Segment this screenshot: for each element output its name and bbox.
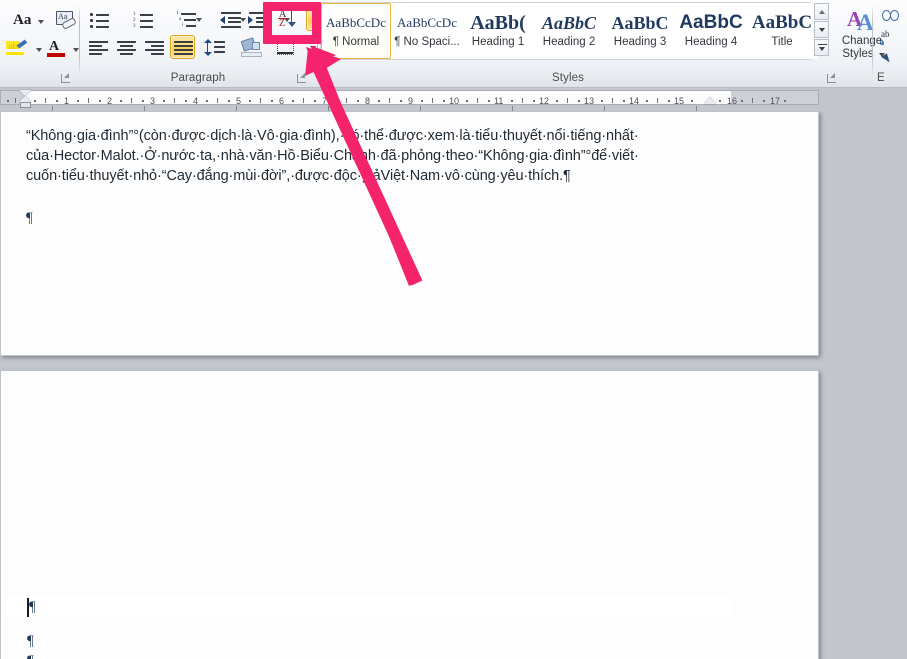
document-line: của·Hector·Malot.·Ở·nước·ta,·nhà·văn·Hồ·… bbox=[26, 148, 639, 164]
ruler-tick: 4 bbox=[193, 96, 199, 106]
style-preview: AaBbC bbox=[751, 12, 813, 33]
right-indent-marker[interactable] bbox=[704, 97, 716, 104]
line-and-paragraph-spacing-button[interactable] bbox=[202, 36, 228, 58]
ribbon-group-font: Aa Aa ab A bbox=[0, 0, 79, 88]
ruler-tick: 8 bbox=[365, 96, 371, 106]
style-preview: AaBbCcDc bbox=[326, 15, 386, 30]
ribbon-group-styles: AaBbCcDc ¶ Normal AaBbCcDc ¶ No Spaci...… bbox=[318, 0, 885, 88]
align-text-right-button[interactable] bbox=[142, 36, 166, 58]
annotation-highlight-box bbox=[263, 2, 321, 44]
ruler-tick: 11 bbox=[494, 96, 504, 106]
ruler-tick: 5 bbox=[236, 96, 242, 106]
document-canvas[interactable]: “Không·gia·đình”°(còn·được·dịch·là·Vô·gi… bbox=[0, 111, 907, 659]
style-item-title[interactable]: AaBbC Title bbox=[747, 3, 817, 59]
editing-group-label: E bbox=[877, 72, 885, 84]
document-line: “Không·gia·đình”°(còn·được·dịch·là·Vô·gi… bbox=[26, 128, 639, 144]
styles-scroll-down-button[interactable] bbox=[814, 21, 829, 38]
ruler-tick: 14 bbox=[629, 96, 640, 106]
ruler-tick: 7 bbox=[322, 96, 328, 106]
left-indent-marker[interactable] bbox=[20, 102, 31, 108]
find-button[interactable] bbox=[877, 5, 903, 25]
style-item-heading-2[interactable]: AaBbC Heading 2 bbox=[534, 3, 604, 59]
style-preview: AaBb( bbox=[470, 12, 526, 34]
styles-gallery[interactable]: AaBbCcDc ¶ Normal AaBbCcDc ¶ No Spaci...… bbox=[320, 2, 817, 60]
ruler[interactable]: 1 2 3 4 5 6 7 8 9 10 11 12 13 14 15 16 1… bbox=[0, 89, 907, 111]
clear-formatting-button[interactable]: Aa bbox=[52, 8, 77, 32]
ruler-tick: 6 bbox=[279, 96, 285, 106]
numbering-button[interactable]: 1 2 3 bbox=[130, 8, 156, 30]
chevron-down-icon bbox=[819, 47, 825, 51]
ruler-tick: 15 bbox=[674, 96, 685, 106]
horizontal-ruler-bar[interactable]: 1 2 3 4 5 6 7 8 9 10 11 12 13 14 15 16 1… bbox=[0, 90, 819, 108]
paragraph-mark: ¶ bbox=[26, 210, 33, 226]
style-preview: AaBbC bbox=[541, 13, 597, 33]
align-text-left-button[interactable] bbox=[86, 36, 110, 58]
style-label: Heading 2 bbox=[542, 36, 596, 48]
word-window: Aa Aa ab A bbox=[0, 0, 907, 659]
chevron-up-icon bbox=[819, 10, 825, 14]
ruler-tick: 1 bbox=[64, 96, 70, 106]
ribbon-group-editing: ab a ↳ E bbox=[873, 0, 907, 88]
styles-scroll-up-button[interactable] bbox=[814, 3, 829, 20]
multilevel-list-button[interactable]: 1 a i bbox=[174, 8, 200, 30]
style-label: ¶ Normal bbox=[332, 36, 380, 48]
document-line: cuốn·tiểu·thuyết·nhỏ·“Cay·đắng·mùi·đời”,… bbox=[26, 168, 571, 184]
paragraph-group-label: Paragraph bbox=[170, 72, 226, 84]
ruler-tick: 3 bbox=[150, 96, 156, 106]
document-page-1[interactable]: “Không·gia·đình”°(còn·được·dịch·là·Vô·gi… bbox=[0, 111, 819, 356]
shading-button[interactable] bbox=[238, 36, 264, 58]
font-dialog-launcher[interactable] bbox=[60, 72, 72, 84]
style-item-no-spacing[interactable]: AaBbCcDc ¶ No Spaci... bbox=[392, 3, 462, 59]
style-item-heading-1[interactable]: AaBb( Heading 1 bbox=[463, 3, 533, 59]
ribbon: Aa Aa ab A bbox=[0, 0, 907, 88]
ruler-tick: 9 bbox=[408, 96, 414, 106]
text-highlight-color-button[interactable]: ab bbox=[4, 38, 32, 60]
replace-button[interactable]: ab a ↳ bbox=[877, 28, 903, 48]
chevron-down-icon bbox=[36, 48, 42, 52]
bullets-button[interactable] bbox=[86, 8, 112, 30]
paragraph-mark: ¶ bbox=[27, 653, 34, 659]
chevron-down-icon bbox=[38, 20, 44, 24]
style-label: ¶ No Spaci... bbox=[394, 36, 460, 48]
current-line-highlight bbox=[2, 596, 732, 618]
style-label: Heading 3 bbox=[613, 36, 667, 48]
paragraph-mark-current: ¶ bbox=[29, 599, 36, 615]
ruler-tick: 2 bbox=[107, 96, 113, 106]
styles-more-button[interactable] bbox=[814, 39, 829, 56]
chevron-down-icon bbox=[819, 28, 825, 32]
decrease-indent-button[interactable] bbox=[218, 8, 242, 30]
change-case-button[interactable]: Aa bbox=[6, 8, 48, 32]
ruler-tick: 17 bbox=[770, 96, 781, 106]
style-label: Heading 4 bbox=[684, 36, 738, 48]
ruler-tick: 10 bbox=[449, 96, 460, 106]
font-color-button[interactable]: A bbox=[44, 38, 70, 60]
styles-dialog-launcher[interactable] bbox=[826, 72, 838, 84]
styles-group-label: Styles bbox=[552, 72, 584, 84]
cursor-icon bbox=[881, 51, 893, 63]
justify-button[interactable] bbox=[170, 35, 195, 59]
style-preview: AaBbCcDc bbox=[397, 15, 457, 30]
chevron-down-icon bbox=[310, 46, 316, 50]
style-item-heading-3[interactable]: AaBbC Heading 3 bbox=[605, 3, 675, 59]
style-preview: AaBbC bbox=[679, 12, 743, 33]
document-page-2[interactable]: ¶ ¶ ¶ ¶ ¶ ¶ ¶ ¶ bbox=[0, 370, 819, 659]
style-label: Title bbox=[771, 36, 793, 48]
select-button[interactable] bbox=[877, 50, 903, 68]
style-preview: AaBbC bbox=[611, 13, 669, 33]
ruler-tick: 12 bbox=[539, 96, 550, 106]
style-item-normal[interactable]: AaBbCcDc ¶ Normal bbox=[321, 3, 391, 59]
paragraph-dialog-launcher[interactable] bbox=[296, 72, 308, 84]
center-button[interactable] bbox=[114, 36, 138, 58]
paragraph-mark: ¶ bbox=[27, 633, 34, 649]
style-label: Heading 1 bbox=[471, 36, 525, 48]
ruler-tick: 13 bbox=[584, 96, 595, 106]
style-item-heading-4[interactable]: AaBbC Heading 4 bbox=[676, 3, 746, 59]
ruler-tick: 16 bbox=[727, 96, 738, 106]
